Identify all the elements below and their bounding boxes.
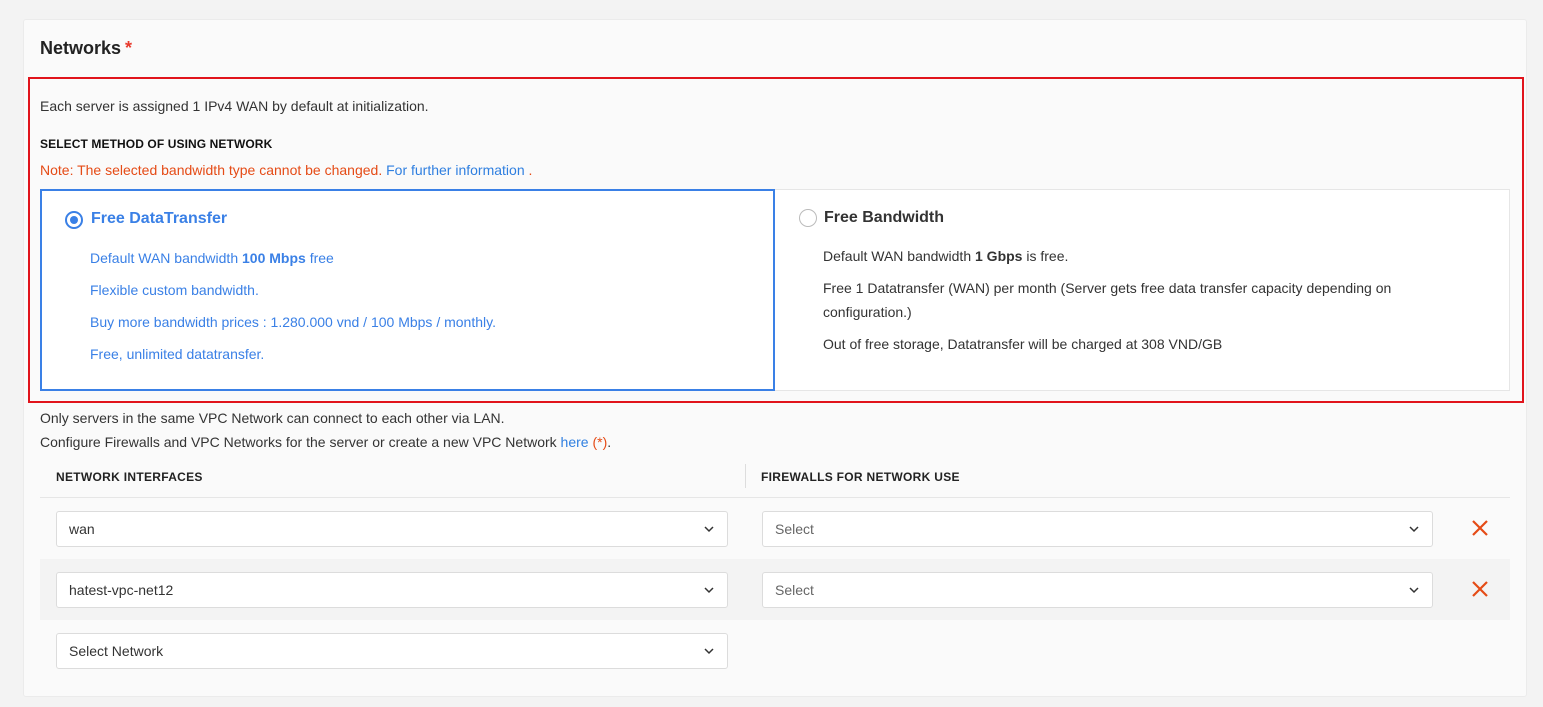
col-firewalls: FIREWALLS FOR NETWORK USE	[745, 464, 960, 488]
add-network-row: Select Network	[40, 620, 1510, 681]
close-icon[interactable]	[1470, 518, 1490, 538]
further-info-link[interactable]: For further information	[386, 162, 525, 178]
option-line: Out of free storage, Datatransfer will b…	[823, 336, 1223, 352]
create-vpc-link[interactable]: here	[561, 434, 589, 450]
vpc-info-text: Only servers in the same VPC Network can…	[40, 410, 505, 426]
section-title: Networks *	[40, 38, 133, 58]
option-line: Default WAN bandwidth 100 Mbps free	[90, 250, 334, 266]
chevron-down-icon	[1409, 587, 1419, 594]
table-row: wan Select	[40, 498, 1510, 559]
note-text: Note: The selected bandwidth type cannot…	[40, 162, 533, 178]
networks-card: Networks * Each server is assigned 1 IPv4…	[23, 19, 1527, 697]
chevron-down-icon	[704, 648, 714, 655]
firewall-select[interactable]: Select	[762, 572, 1433, 608]
option-line: Flexible custom bandwidth.	[90, 282, 259, 298]
option-free-datatransfer[interactable]: Free DataTransfer Default WAN bandwidth …	[40, 189, 775, 391]
radio-selected-icon[interactable]	[65, 211, 83, 229]
radio-unselected-icon[interactable]	[799, 209, 817, 227]
col-network-interfaces: NETWORK INTERFACES	[56, 470, 203, 484]
option-title: Free DataTransfer	[91, 210, 228, 227]
network-select[interactable]: wan	[56, 511, 728, 547]
option-line: Free 1 Datatransfer (WAN) per month (Ser…	[823, 280, 1392, 320]
option-title: Free Bandwidth	[824, 209, 945, 226]
option-line: Free, unlimited datatransfer.	[90, 346, 265, 362]
bandwidth-options: Free DataTransfer Default WAN bandwidth …	[40, 189, 1510, 391]
select-network-dropdown[interactable]: Select Network	[56, 633, 728, 669]
option-free-bandwidth[interactable]: Free Bandwidth Default WAN bandwidth 1 G…	[775, 189, 1510, 391]
network-table-header: NETWORK INTERFACES FIREWALLS FOR NETWORK…	[40, 464, 1510, 498]
firewall-select[interactable]: Select	[762, 511, 1433, 547]
firewall-info-text: Configure Firewalls and VPC Networks for…	[40, 434, 612, 450]
option-line: Buy more bandwidth prices : 1.280.000 vn…	[90, 314, 496, 330]
intro-text: Each server is assigned 1 IPv4 WAN by de…	[40, 98, 429, 114]
chevron-down-icon	[704, 526, 714, 533]
method-label: SELECT METHOD OF USING NETWORK	[40, 137, 273, 151]
close-icon[interactable]	[1470, 579, 1490, 599]
chevron-down-icon	[704, 587, 714, 594]
network-select[interactable]: hatest-vpc-net12	[56, 572, 728, 608]
required-mark: *	[125, 38, 133, 58]
table-row: hatest-vpc-net12 Select	[40, 559, 1510, 620]
chevron-down-icon	[1409, 526, 1419, 533]
option-line: Default WAN bandwidth 1 Gbps is free.	[823, 248, 1069, 264]
